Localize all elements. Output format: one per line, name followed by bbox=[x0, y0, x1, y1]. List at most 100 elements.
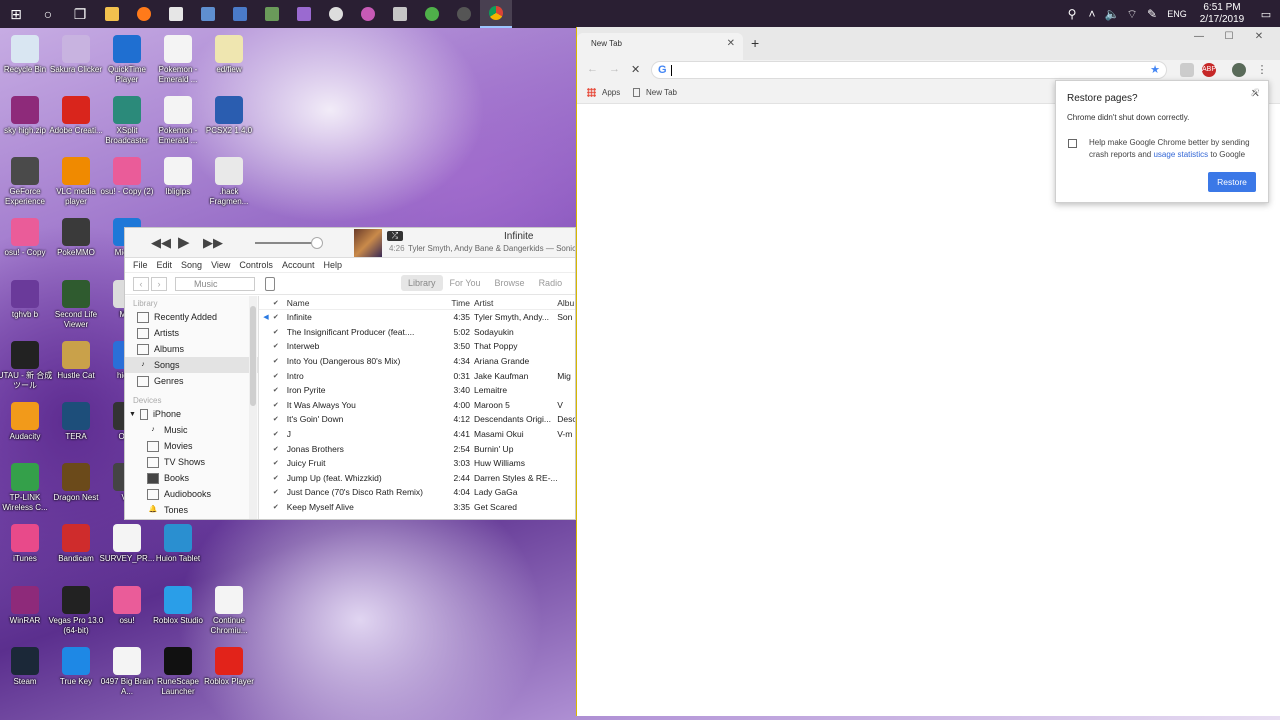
tab-browse[interactable]: Browse bbox=[488, 275, 532, 291]
song-checkbox[interactable]: ✔ bbox=[273, 386, 287, 394]
desktop-icon[interactable]: ed/fiew bbox=[199, 35, 259, 75]
song-checkbox[interactable]: ✔ bbox=[273, 459, 287, 467]
bookmark-apps[interactable]: Apps bbox=[587, 88, 620, 97]
sidebar-item-albums[interactable]: Albums bbox=[125, 341, 258, 357]
tab-library[interactable]: Library bbox=[401, 275, 443, 291]
crash-report-checkbox[interactable] bbox=[1068, 139, 1077, 148]
desktop-icon[interactable]: Huion Tablet bbox=[148, 524, 208, 564]
shuffle-icon[interactable]: ⤮ bbox=[387, 231, 403, 241]
song-row[interactable]: ✔ Keep Myself Alive 3:35 Get Scared bbox=[259, 500, 575, 515]
song-row[interactable]: ◀ ✔ Infinite 4:35 Tyler Smyth, Andy... Son bbox=[259, 310, 575, 325]
wifi-icon[interactable]: ⌔ bbox=[1122, 7, 1142, 22]
song-row[interactable]: ✔ Iron Pyrite 3:40 Lemaitre bbox=[259, 383, 575, 398]
menu-dots-icon[interactable]: ⋮ bbox=[1255, 63, 1269, 77]
chevron-up-icon[interactable]: ˄ bbox=[1082, 7, 1102, 21]
back-icon[interactable]: ← bbox=[587, 63, 598, 75]
sidebar-item-device-tv-shows[interactable]: TV Shows bbox=[125, 454, 258, 470]
sidebar-item-device-audiobooks[interactable]: Audiobooks bbox=[125, 486, 258, 502]
disclosure-triangle-icon[interactable]: ▼ bbox=[129, 411, 136, 418]
desktop-icon[interactable]: PCSX2 1.4.0 bbox=[199, 96, 259, 136]
desktop-icon[interactable]: .hack Fragmen... bbox=[199, 157, 259, 207]
sidebar-item-device-music[interactable]: ♪ Music bbox=[125, 422, 258, 438]
itunes-icon[interactable] bbox=[352, 0, 384, 28]
menu-file[interactable]: File bbox=[133, 260, 148, 270]
bookmark-star-icon[interactable]: ★ bbox=[1150, 63, 1160, 76]
sidebar-item-genres[interactable]: Genres bbox=[125, 373, 258, 389]
app-icon[interactable] bbox=[288, 0, 320, 28]
column-name[interactable]: Name bbox=[287, 298, 441, 308]
app-icon[interactable] bbox=[256, 0, 288, 28]
sidebar-item-iphone[interactable]: ▼ iPhone bbox=[125, 406, 258, 422]
menu-edit[interactable]: Edit bbox=[157, 260, 173, 270]
people-icon[interactable]: ⚲ bbox=[1062, 7, 1082, 21]
menu-help[interactable]: Help bbox=[323, 260, 342, 270]
sidebar-scrollbar[interactable] bbox=[249, 296, 257, 519]
menu-controls[interactable]: Controls bbox=[239, 260, 273, 270]
chrome-icon[interactable] bbox=[480, 0, 512, 28]
menu-account[interactable]: Account bbox=[282, 260, 315, 270]
media-picker[interactable]: Music bbox=[175, 277, 255, 291]
address-bar[interactable]: G ★ bbox=[651, 61, 1167, 79]
volume-icon[interactable]: 🔈 bbox=[1102, 7, 1122, 21]
fast-forward-icon[interactable]: ▶▶ bbox=[203, 235, 223, 251]
rewind-icon[interactable]: ◀◀ bbox=[151, 235, 171, 251]
windows-start-icon[interactable]: ⊞ bbox=[0, 0, 32, 28]
volume-slider[interactable] bbox=[255, 242, 319, 244]
tab-radio[interactable]: Radio bbox=[532, 275, 570, 291]
sidebar-item-recently-added[interactable]: Recently Added bbox=[125, 309, 258, 325]
app-icon[interactable] bbox=[224, 0, 256, 28]
sidebar-item-device-movies[interactable]: Movies bbox=[125, 438, 258, 454]
column-artist[interactable]: Artist bbox=[474, 298, 557, 308]
cortana-icon[interactable]: ○ bbox=[32, 0, 64, 28]
song-row[interactable]: ✔ Juicy Fruit 3:03 Huw Williams bbox=[259, 456, 575, 471]
song-row[interactable]: ✔ It's Goin' Down 4:12 Descendants Origi...… bbox=[259, 412, 575, 427]
song-row[interactable]: ✔ Interweb 3:50 That Poppy bbox=[259, 339, 575, 354]
sidebar-scroll-thumb[interactable] bbox=[250, 306, 256, 406]
close-tab-icon[interactable]: ✕ bbox=[727, 38, 735, 49]
minimize-icon[interactable]: — bbox=[1185, 31, 1213, 42]
app-icon[interactable] bbox=[384, 0, 416, 28]
song-row[interactable]: ✔ Just Dance (70's Disco Rath Remix) 4:04 L… bbox=[259, 485, 575, 500]
forward-icon[interactable]: › bbox=[151, 277, 167, 291]
desktop-icon[interactable]: Roblox Player bbox=[199, 647, 259, 687]
song-row[interactable]: ✔ Jump Up (feat. Whizzkid) 2:44 Darren Styl… bbox=[259, 471, 575, 486]
song-row[interactable]: ✔ It Was Always You 4:00 Maroon 5 V bbox=[259, 398, 575, 413]
song-row[interactable]: ✔ J 4:41 Masami Okui V-m bbox=[259, 427, 575, 442]
song-row[interactable]: ✔ Jonas Brothers 2:54 Burnin' Up bbox=[259, 441, 575, 456]
song-checkbox[interactable]: ✔ bbox=[273, 430, 287, 438]
browser-tab[interactable]: New Tab ✕ bbox=[577, 33, 743, 60]
check-column-icon[interactable]: ✔ bbox=[273, 299, 287, 307]
profile-avatar[interactable] bbox=[1232, 63, 1246, 77]
column-time[interactable]: Time bbox=[440, 298, 474, 308]
clock[interactable]: 6:51 PM 2/17/2019 bbox=[1192, 2, 1252, 26]
song-checkbox[interactable]: ✔ bbox=[273, 474, 287, 482]
song-checkbox[interactable]: ✔ bbox=[273, 313, 287, 321]
new-tab-button[interactable]: + bbox=[751, 35, 759, 51]
column-album[interactable]: Albu bbox=[557, 298, 575, 308]
notification-icon[interactable]: ▭ bbox=[1252, 8, 1280, 21]
file-explorer-icon[interactable] bbox=[96, 0, 128, 28]
maximize-icon[interactable]: ☐ bbox=[1215, 31, 1243, 42]
sidebar-item-device-books[interactable]: Books bbox=[125, 470, 258, 486]
extension-icon[interactable] bbox=[1180, 63, 1194, 77]
song-checkbox[interactable]: ✔ bbox=[273, 503, 287, 511]
bookmark-new-tab[interactable]: New Tab bbox=[633, 88, 677, 97]
song-row[interactable]: ✔ The Insignificant Producer (feat.... 5:0… bbox=[259, 325, 575, 340]
menu-view[interactable]: View bbox=[211, 260, 230, 270]
song-row[interactable]: ✔ Into You (Dangerous 80's Mix) 4:34 Ariana… bbox=[259, 354, 575, 369]
song-row[interactable]: ✔ Intro 0:31 Jake Kaufman Mig bbox=[259, 368, 575, 383]
restore-button[interactable]: Restore bbox=[1208, 172, 1256, 192]
task-view-icon[interactable]: ❐ bbox=[64, 0, 96, 28]
play-icon[interactable]: ▶ bbox=[178, 233, 190, 251]
volume-knob[interactable] bbox=[311, 237, 323, 249]
stop-loading-icon[interactable]: ✕ bbox=[631, 63, 640, 76]
pen-icon[interactable]: ✎ bbox=[1142, 7, 1162, 21]
song-checkbox[interactable]: ✔ bbox=[273, 372, 287, 380]
forward-icon[interactable]: → bbox=[609, 63, 620, 75]
app-icon[interactable] bbox=[192, 0, 224, 28]
song-checkbox[interactable]: ✔ bbox=[273, 415, 287, 423]
song-checkbox[interactable]: ✔ bbox=[273, 357, 287, 365]
tab-for-you[interactable]: For You bbox=[443, 275, 488, 291]
app-icon[interactable] bbox=[320, 0, 352, 28]
song-checkbox[interactable]: ✔ bbox=[273, 445, 287, 453]
